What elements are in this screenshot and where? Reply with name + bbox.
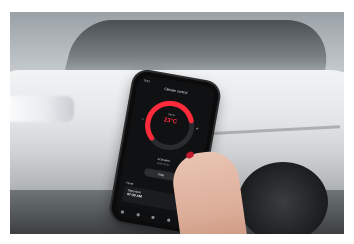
- home-icon[interactable]: [121, 209, 125, 214]
- car-headlight: [10, 96, 74, 122]
- car-wheel: [238, 162, 328, 234]
- background-photo: 9:41 Climate control Set to 23°C − + Act…: [10, 12, 344, 234]
- climate-icon[interactable]: [136, 212, 140, 217]
- map-icon[interactable]: [151, 215, 156, 219]
- photo-frame: 9:41 Climate control Set to 23°C − + Act…: [0, 0, 354, 244]
- plus-button[interactable]: +: [195, 126, 199, 132]
- car-icon[interactable]: [167, 217, 171, 222]
